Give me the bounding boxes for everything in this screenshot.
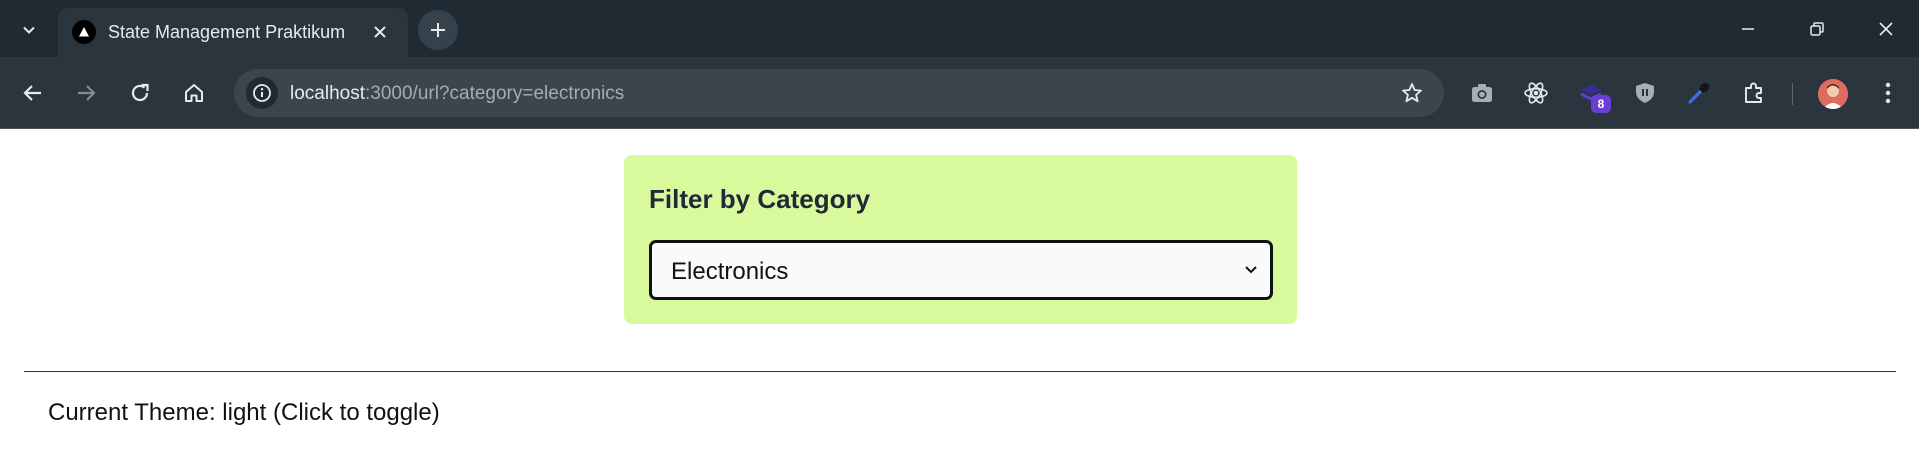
back-arrow-icon <box>23 85 41 101</box>
filter-card: Filter by Category Electronics <box>624 155 1297 324</box>
close-tab-icon[interactable] <box>368 20 392 44</box>
eyedropper-extension-icon[interactable] <box>1681 75 1717 111</box>
back-button[interactable] <box>15 75 51 111</box>
divider <box>24 371 1896 372</box>
extension-badge-count: 8 <box>1591 95 1611 113</box>
active-tab[interactable]: State Management Praktikum <box>58 8 408 57</box>
url-path: :3000/url?category=electronics <box>365 83 625 104</box>
home-icon <box>185 84 203 102</box>
tab-title: State Management Praktikum <box>108 22 346 42</box>
tab-search-chevron-icon[interactable] <box>15 16 43 44</box>
address-bar[interactable]: localhost:3000/url?category=electronics <box>234 69 1444 117</box>
forward-arrow-icon <box>78 85 96 101</box>
reload-icon <box>131 83 149 102</box>
plus-icon <box>431 23 445 37</box>
toolbar-divider <box>1792 83 1793 105</box>
shield-extension-icon[interactable] <box>1627 75 1663 111</box>
chevron-down-icon <box>1242 261 1260 279</box>
url-host: localhost <box>290 83 365 104</box>
url-text[interactable]: localhost:3000/url?category=electronics <box>290 83 624 105</box>
filter-heading: Filter by Category <box>649 184 871 214</box>
triangle-logo-icon <box>72 20 96 44</box>
close-window-button[interactable] <box>1871 14 1901 44</box>
tab-strip: State Management Praktikum <box>0 0 1919 57</box>
selected-category: Electronics <box>671 258 789 285</box>
minimize-icon <box>1742 28 1754 30</box>
theme-toggle[interactable]: Current Theme: light (Click to toggle) <box>48 399 440 427</box>
site-info-icon[interactable] <box>246 77 278 109</box>
more-menu-icon[interactable] <box>1870 75 1906 111</box>
category-select[interactable]: Electronics <box>649 240 1273 300</box>
new-tab-button[interactable] <box>418 10 458 50</box>
restore-icon <box>1810 22 1824 36</box>
home-button[interactable] <box>176 75 212 111</box>
react-devtools-icon[interactable] <box>1518 75 1554 111</box>
minimize-button[interactable] <box>1733 14 1763 44</box>
reload-button[interactable] <box>122 75 158 111</box>
browser-toolbar: localhost:3000/url?category=electronics … <box>0 57 1919 129</box>
forward-button[interactable] <box>68 75 104 111</box>
camera-extension-icon[interactable] <box>1464 75 1500 111</box>
stack-extension-icon[interactable]: 8 <box>1573 75 1611 113</box>
restore-button[interactable] <box>1802 14 1832 44</box>
close-icon <box>1879 22 1893 36</box>
puzzle-extensions-icon[interactable] <box>1736 75 1772 111</box>
profile-avatar[interactable] <box>1818 79 1848 109</box>
bookmark-star-icon[interactable] <box>1400 81 1424 105</box>
